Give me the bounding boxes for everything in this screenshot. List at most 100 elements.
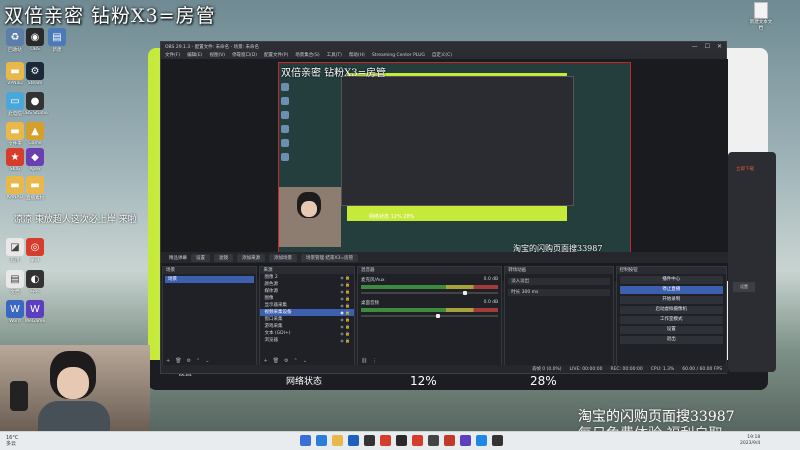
desktop-icon-4[interactable]: ⚙ Steam (20, 62, 50, 86)
add-icon[interactable]: + (263, 358, 267, 364)
filters-button[interactable]: 滤镜 (214, 253, 233, 262)
menu-view[interactable]: 视图(V) (209, 52, 225, 58)
app-icon: ◎ (26, 238, 44, 256)
add-icon[interactable]: + (166, 358, 170, 364)
menu-profile[interactable]: 配置文件(P) (264, 52, 288, 58)
eye-icon[interactable]: ◉ 🔒 (340, 330, 350, 337)
scene-settings-button[interactable]: 设置 (191, 253, 210, 262)
desktop-icon-18[interactable]: W Word (0, 300, 30, 324)
taskbar-app-icon[interactable] (348, 435, 359, 446)
menu-file[interactable]: 文件(F) (165, 52, 180, 58)
menu-streaming-center[interactable]: Streaming Center PLUG (372, 53, 425, 58)
desktop-icon-14[interactable]: ◎ 录屏 (20, 238, 50, 263)
desktop-icon-12[interactable]: ▬ 直播素材 (20, 176, 50, 201)
plugin-center-button[interactable]: 播件中心 (619, 276, 723, 284)
menu-custom[interactable]: 自定义(C) (432, 52, 452, 58)
desktop-text-file[interactable]: 新建文本文档 (748, 2, 774, 31)
eye-icon[interactable]: ◉ 🔒 (340, 323, 350, 330)
start-recording-button[interactable]: 开始录制 (619, 296, 723, 304)
add-source-button[interactable]: 添加来源 (237, 253, 265, 262)
menu-scene-collection[interactable]: 场景集合(S) (295, 52, 319, 58)
chevron-down-icon[interactable]: ⌄ (205, 358, 209, 364)
source-item[interactable]: 图像 ◉ 🔒 (260, 295, 353, 302)
taskbar-app-icon[interactable] (444, 435, 455, 446)
taskbar-app-icon[interactable] (380, 435, 391, 446)
chevron-up-icon[interactable]: ⌃ (196, 358, 200, 364)
obs-titlebar[interactable]: OBS 29.1.3 - 配置文件: 未命名 - 场景: 未命名 — ☐ ✕ (161, 42, 726, 51)
stop-streaming-button[interactable]: 停止直播 (619, 286, 723, 294)
eye-icon[interactable]: ◉ 🔒 (340, 316, 350, 323)
trash-icon[interactable]: 🗑 (273, 358, 279, 364)
scenes-toolbar: + 🗑 ⚙ ⌃ ⌄ (163, 357, 256, 365)
desktop-icon-10[interactable]: ◆ Apex (20, 148, 50, 172)
taskbar-app-icon[interactable] (460, 435, 471, 446)
menu-edit[interactable]: 编辑(E) (187, 52, 202, 58)
virtual-camera-button[interactable]: 启动虚拟摄像机 (619, 306, 723, 314)
desktop-icon-2[interactable]: ▤ 新建 (42, 28, 72, 53)
transition-duration[interactable]: 时长 300 ms (508, 289, 610, 296)
menu-help[interactable]: 帮助(H) (349, 52, 365, 58)
preview-canvas[interactable]: 双倍亲密 钻粉X3=房管 网络状态 12% 28% 淘宝的闪购页面搜33987 (278, 62, 631, 262)
source-item[interactable]: 显示器采集 ◉ 🔒 (260, 302, 353, 309)
scene-manage-button[interactable]: 场景管理 结束X3=房管 (301, 253, 359, 262)
eye-icon[interactable]: ◉ 🔒 (340, 309, 350, 316)
taskbar-app-icon[interactable] (476, 435, 487, 446)
maximize-icon[interactable]: ☐ (705, 43, 710, 50)
source-item[interactable]: 浏览器 ◉ 🔒 (260, 337, 353, 344)
menu-tools[interactable]: 工具(T) (327, 52, 342, 58)
download-link[interactable]: 立即下载 (736, 166, 754, 172)
app-icon: ◆ (26, 148, 44, 166)
source-item[interactable]: 窗口采集 ◉ 🔒 (260, 316, 353, 323)
chevron-up-icon[interactable]: ⌃ (294, 358, 298, 364)
eye-icon[interactable]: ◉ 🔒 (340, 281, 350, 288)
trash-icon[interactable]: 🗑 (175, 358, 181, 364)
taskbar-app-icon[interactable] (364, 435, 375, 446)
minimize-icon[interactable]: — (692, 43, 698, 50)
system-tray-clock[interactable]: 19:18 2023/9/4 (740, 435, 760, 447)
source-item[interactable]: 游戏采集 ◉ 🔒 (260, 323, 353, 330)
taskbar-app-icon[interactable] (428, 435, 439, 446)
settings-button[interactable]: 设置 (619, 326, 723, 334)
taskbar-app-icon[interactable] (492, 435, 503, 446)
desktop-icon-6[interactable]: ● OBS Studio (20, 92, 50, 116)
close-icon[interactable]: ✕ (717, 43, 722, 50)
desktop-icon-8[interactable]: ▲ Game (20, 122, 50, 146)
studio-mode-button[interactable]: 工作室模式 (619, 316, 723, 324)
gear-icon[interactable]: ⚙ (284, 358, 288, 364)
eye-icon[interactable]: ◉ 🔒 (340, 337, 350, 344)
taskbar-app-icon[interactable] (332, 435, 343, 446)
fader-knob[interactable] (436, 314, 441, 318)
eye-icon[interactable]: ◉ 🔒 (340, 274, 350, 281)
exit-button[interactable]: 退出 (619, 336, 723, 344)
transition-select[interactable]: 淡入淡出 (508, 278, 610, 285)
source-item[interactable]: 颜色源 ◉ 🔒 (260, 281, 353, 288)
taskbar-app-icon[interactable] (316, 435, 327, 446)
eye-icon[interactable]: ◉ 🔒 (340, 295, 350, 302)
clock-date: 2023/9/4 (740, 441, 761, 446)
scene-item[interactable]: 场景 (165, 276, 255, 283)
chevron-down-icon[interactable]: ⌄ (303, 358, 307, 364)
source-item[interactable]: 图像 2 ◉ 🔒 (260, 274, 353, 281)
taskbar-app-icon[interactable] (300, 435, 311, 446)
weather-widget[interactable]: 16°C 多云 (6, 435, 18, 447)
add-scene-button[interactable]: 添加场景 (269, 253, 297, 262)
source-item[interactable]: 文本 (GDI+) ◉ 🔒 (260, 330, 353, 337)
eye-icon[interactable]: ◉ 🔒 (340, 302, 350, 309)
menu-docks[interactable]: 停靠窗口(D) (232, 52, 257, 58)
source-item-selected[interactable]: 视频采集设备 ◉ 🔒 (260, 309, 354, 316)
desktop-icon-16[interactable]: ◐ Epic (20, 270, 50, 294)
source-item[interactable]: 媒体源 ◉ 🔒 (260, 288, 353, 295)
obs-menubar: 文件(F) 编辑(E) 视图(V) 停靠窗口(D) 配置文件(P) 场景集合(S… (161, 51, 726, 59)
more-icon[interactable]: ⋮ (372, 358, 377, 364)
link-icon[interactable]: ⛓ (361, 358, 367, 364)
taskbar-app-icon[interactable] (412, 435, 423, 446)
taskbar-apps (300, 435, 503, 446)
volume-fader[interactable] (360, 291, 499, 295)
taskbar-app-icon[interactable] (396, 435, 407, 446)
eye-icon[interactable]: ◉ 🔒 (340, 288, 350, 295)
fader-knob[interactable] (462, 291, 467, 295)
ghost-settings-button[interactable]: 设置 (733, 282, 755, 292)
gear-icon[interactable]: ⚙ (187, 358, 191, 364)
mixer-channel: 麦克风/Aux 0.0 dB (360, 277, 499, 295)
volume-fader[interactable] (360, 314, 499, 318)
